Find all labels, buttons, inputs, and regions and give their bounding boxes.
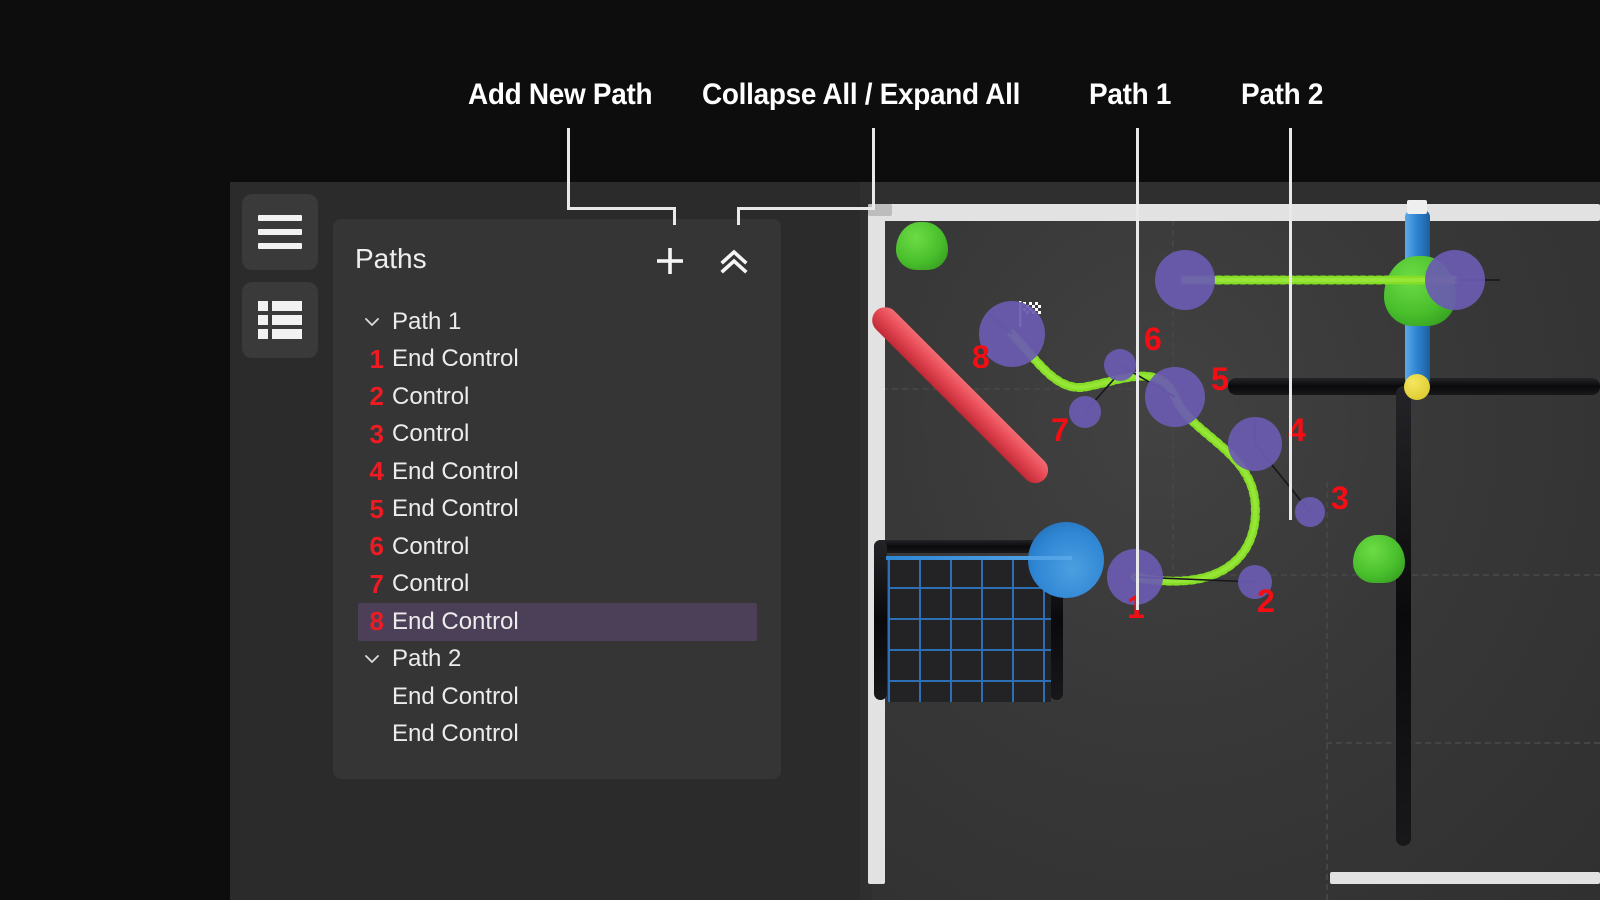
collapse-expand-all-button[interactable] xyxy=(713,239,755,283)
waypoint-label: Control xyxy=(392,532,470,560)
field-waypoint-number: 7 xyxy=(1051,412,1069,448)
list-view-toggle[interactable] xyxy=(242,282,318,358)
annotation-label-add-new-path: Add New Path xyxy=(468,78,653,111)
field-stage: 1 2 34 5 6 7 8 xyxy=(860,182,1600,900)
chevron-down-icon[interactable] xyxy=(358,313,386,331)
waypoint-row[interactable]: 2 Control xyxy=(333,378,781,416)
waypoint-index: 1 xyxy=(369,343,384,374)
field-waypoint[interactable] xyxy=(1228,417,1282,471)
paths-tree: Path 1 1 End Control 2 Control 3 Control 4 End C… xyxy=(333,303,781,753)
app-window: Paths Path 1 1 End Control 2 Control 3 Control… xyxy=(230,182,1600,900)
waypoint-index: 6 xyxy=(369,531,384,562)
path-group-label: Path 1 xyxy=(392,307,462,335)
waypoint-label: End Control xyxy=(392,607,519,635)
list-view-icon xyxy=(258,301,302,339)
waypoint-row[interactable]: End Control xyxy=(333,716,781,754)
chevron-down-icon[interactable] xyxy=(358,650,386,668)
plus-icon xyxy=(657,248,683,274)
annotation-label-path-1: Path 1 xyxy=(1089,78,1172,111)
waypoint-row[interactable]: 4 End Control xyxy=(333,453,781,491)
double-chevron-up-icon xyxy=(720,249,748,274)
field-waypoint-number: 5 xyxy=(1211,361,1229,397)
field-waypoint[interactable] xyxy=(1104,349,1136,381)
field-waypoint[interactable] xyxy=(1069,396,1101,428)
menu-toggle[interactable] xyxy=(242,194,318,270)
field-waypoint-number: 2 xyxy=(1257,583,1275,619)
field-canvas[interactable]: 1 2 34 5 6 7 8 xyxy=(860,182,1600,900)
annotation-label-path-2: Path 2 xyxy=(1241,78,1324,111)
field-waypoint[interactable] xyxy=(1145,367,1205,427)
waypoint-label: End Control xyxy=(392,682,519,710)
path-group-label: Path 2 xyxy=(392,645,462,673)
waypoint-row[interactable]: End Control xyxy=(333,678,781,716)
icon-rail xyxy=(242,194,320,358)
paths-panel-header: Paths xyxy=(333,219,781,301)
trajectory-layer xyxy=(987,275,1500,586)
path-group-2[interactable]: Path 2 xyxy=(333,641,781,679)
waypoint-label: End Control xyxy=(392,495,519,523)
annotation-label-collapse-expand: Collapse All / Expand All xyxy=(702,78,1021,111)
waypoint-row[interactable]: 7 Control xyxy=(333,566,781,604)
waypoint-row[interactable]: 6 Control xyxy=(333,528,781,566)
field-waypoint[interactable] xyxy=(1425,250,1485,310)
field-waypoint-number: 3 xyxy=(1331,480,1349,516)
waypoint-index: 2 xyxy=(369,381,384,412)
waypoint-index: 4 xyxy=(369,456,384,487)
waypoint-row[interactable]: 8 End Control xyxy=(333,603,781,641)
field-waypoint-number: 8 xyxy=(972,339,990,375)
waypoint-row[interactable]: 5 End Control xyxy=(333,491,781,529)
paths-panel: Paths Path 1 1 End Control 2 Control 3 Control… xyxy=(333,219,781,779)
waypoint-label: Control xyxy=(392,382,470,410)
path-group-1[interactable]: Path 1 xyxy=(333,303,781,341)
waypoint-index: 7 xyxy=(369,568,384,599)
add-new-path-button[interactable] xyxy=(649,239,691,283)
waypoint-label: End Control xyxy=(392,457,519,485)
page-title: Paths xyxy=(355,243,427,274)
field-waypoint-number: 6 xyxy=(1144,321,1162,357)
waypoint-label: End Control xyxy=(392,345,519,373)
waypoint-index: 5 xyxy=(369,493,384,524)
field-waypoint[interactable] xyxy=(1155,250,1215,310)
field-waypoint-number: 1 xyxy=(1127,589,1145,625)
field-waypoint-number: 4 xyxy=(1288,412,1306,448)
waypoint-row[interactable]: 3 Control xyxy=(333,416,781,454)
field-waypoint[interactable] xyxy=(1295,497,1325,527)
waypoint-label: Control xyxy=(392,570,470,598)
waypoint-index: 3 xyxy=(369,418,384,449)
hamburger-menu-icon xyxy=(258,215,302,249)
waypoint-label: Control xyxy=(392,420,470,448)
waypoint-index: 8 xyxy=(369,606,384,637)
waypoint-row[interactable]: 1 End Control xyxy=(333,341,781,379)
waypoint-label: End Control xyxy=(392,720,519,748)
